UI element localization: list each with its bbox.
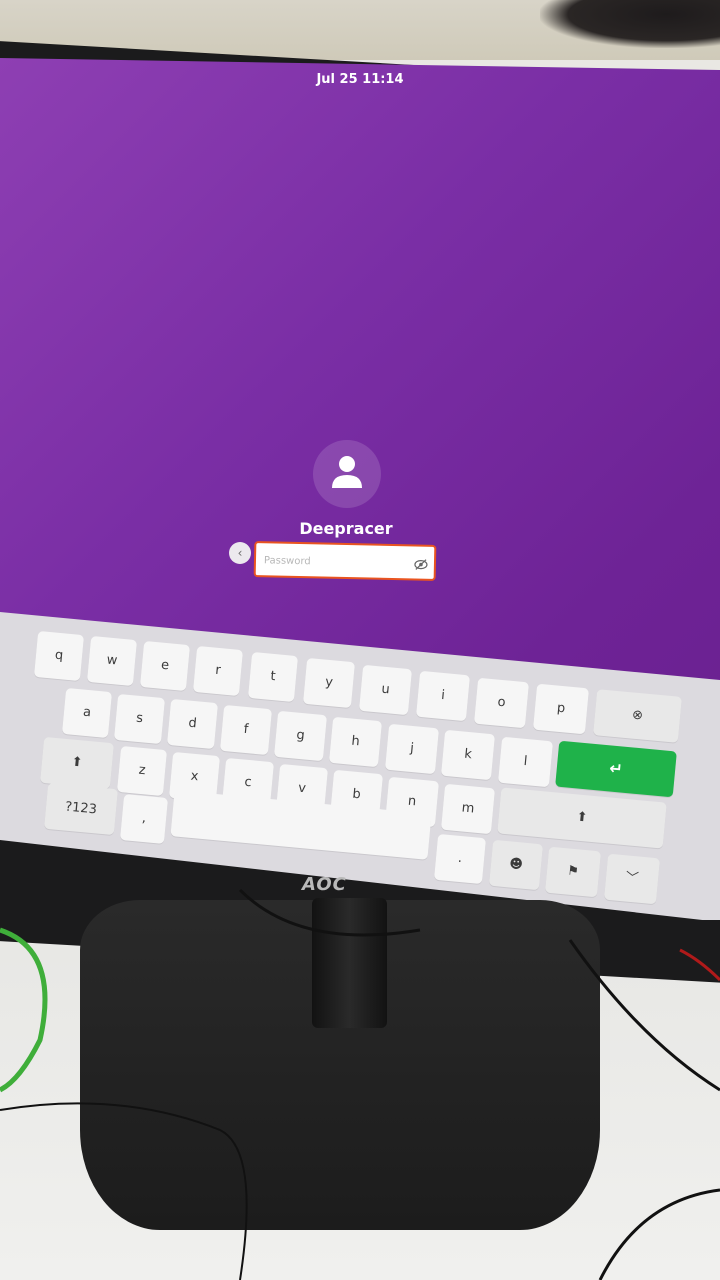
cables [0, 888, 720, 1280]
